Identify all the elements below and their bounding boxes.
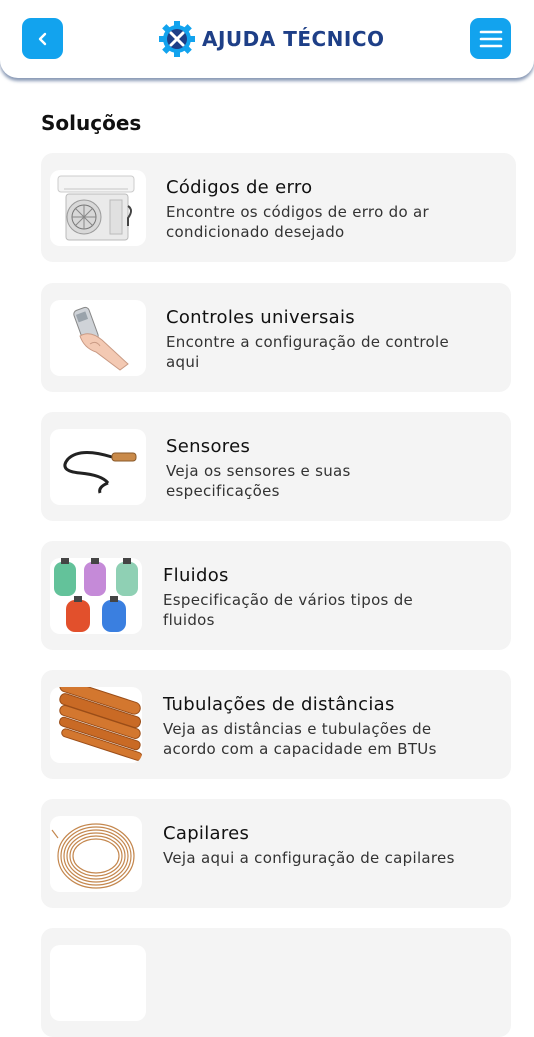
solution-title: Tubulações de distâncias xyxy=(163,694,395,715)
solution-title: Códigos de erro xyxy=(166,177,313,198)
chevron-left-icon xyxy=(38,32,46,45)
back-button[interactable] xyxy=(22,18,63,59)
menu-button[interactable] xyxy=(470,18,511,59)
solution-description: Veja as distâncias e tubulações de acord… xyxy=(163,720,437,758)
gear-tools-icon xyxy=(159,21,195,57)
refrigerant-cylinders-image xyxy=(50,558,142,634)
section-title: Soluções xyxy=(41,111,142,135)
capillary-coil-image xyxy=(50,816,142,892)
hamburger-menu-icon xyxy=(479,30,502,47)
solution-card-capillaries[interactable]: Capilares Veja aqui a configuração de ca… xyxy=(41,799,511,908)
solution-card-error-codes[interactable]: Códigos de erro Encontre os códigos de e… xyxy=(41,153,516,262)
solution-card-sensors[interactable]: Sensores Veja os sensores e suas especif… xyxy=(41,412,511,521)
solution-description: Especificação de vários tipos de fluidos xyxy=(163,591,414,629)
solution-description: Veja os sensores e suas especificações xyxy=(166,462,351,500)
solution-title: Controles universais xyxy=(166,307,355,328)
solution-card-universal-remotes[interactable]: Controles universais Encontre a configur… xyxy=(41,283,511,392)
solution-image-partial xyxy=(50,945,146,1021)
solution-title: Sensores xyxy=(166,436,251,457)
solution-title: Capilares xyxy=(163,823,250,844)
solution-description: Veja aqui a configuração de capilares xyxy=(163,849,455,867)
remote-control-hand-image xyxy=(50,300,146,376)
solution-description: Encontre a configuração de controle aqui xyxy=(166,333,449,371)
air-conditioner-image xyxy=(50,170,146,246)
app-logo: AJUDA TÉCNICO xyxy=(158,20,385,58)
solution-title: Fluidos xyxy=(163,565,229,586)
solution-description: Encontre os códigos de erro do ar condic… xyxy=(166,203,429,241)
solution-card-pipes[interactable]: Tubulações de distâncias Veja as distânc… xyxy=(41,670,511,779)
app-title: AJUDA TÉCNICO xyxy=(202,27,385,51)
app-header: AJUDA TÉCNICO xyxy=(0,0,534,78)
solution-card-fluids[interactable]: Fluidos Especificação de vários tipos de… xyxy=(41,541,511,650)
copper-pipes-image xyxy=(50,687,142,763)
solution-card-partial[interactable] xyxy=(41,928,511,1037)
sensor-cable-image xyxy=(50,429,146,505)
